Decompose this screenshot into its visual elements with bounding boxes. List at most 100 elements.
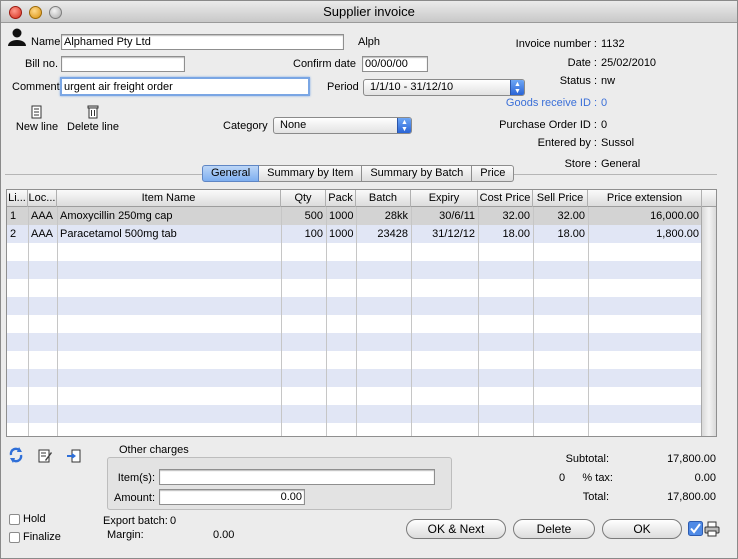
header-item-name[interactable]: Item Name	[57, 190, 281, 207]
goods-receive-link[interactable]: Goods receive ID :	[461, 97, 597, 109]
table-row[interactable]	[7, 351, 701, 369]
new-document-icon	[31, 105, 42, 119]
cell-line: 1	[10, 210, 17, 222]
entered-by-value: Sussol	[601, 137, 635, 149]
header-expiry[interactable]: Expiry	[411, 190, 478, 207]
export-batch-value: 0	[170, 515, 177, 527]
export-batch-label: Export batch:	[103, 515, 168, 527]
finalize-checkbox[interactable]	[9, 532, 20, 543]
purchase-order-value: 0	[601, 119, 608, 131]
table-row[interactable]	[7, 423, 701, 436]
name-label: Name	[31, 36, 61, 48]
header-line[interactable]: Li...	[7, 190, 28, 207]
invoice-number-label: Invoice number :	[515, 38, 597, 50]
header-location[interactable]: Loc...	[28, 190, 57, 207]
purchase-order-label: Purchase Order ID :	[499, 119, 597, 131]
header-sell-price[interactable]: Sell Price	[533, 190, 588, 207]
ok-button[interactable]: OK	[602, 519, 682, 539]
cell-cost-price: 32.00	[502, 210, 530, 222]
status-value: nw	[601, 75, 616, 87]
table-row[interactable]	[7, 261, 701, 279]
column-divider	[588, 207, 589, 436]
delete-button[interactable]: Delete	[513, 519, 595, 539]
cell-line: 2	[10, 228, 17, 240]
refresh-icon[interactable]	[7, 446, 25, 464]
window-title: Supplier invoice	[323, 4, 415, 19]
period-label: Period	[327, 81, 359, 93]
invoice-number-value: 1132	[601, 38, 625, 50]
trash-icon	[87, 105, 99, 119]
cell-location: AAA	[31, 228, 54, 240]
new-line-button[interactable]: New line	[15, 105, 59, 133]
tab-summary-by-batch[interactable]: Summary by Batch	[362, 165, 473, 182]
other-charges-title: Other charges	[119, 444, 189, 456]
cell-expiry: 31/12/12	[432, 228, 475, 240]
table-row[interactable]	[7, 405, 701, 423]
import-arrow-icon[interactable]	[66, 448, 82, 464]
close-window-button[interactable]	[9, 6, 22, 19]
comment-input[interactable]	[60, 77, 310, 96]
header-price-extension[interactable]: Price extension	[588, 190, 702, 207]
title-bar: Supplier invoice	[1, 1, 737, 23]
cell-cost-price: 18.00	[502, 228, 530, 240]
tab-general[interactable]: General	[202, 165, 260, 182]
column-divider	[533, 207, 534, 436]
delete-line-button[interactable]: Delete line	[67, 105, 119, 133]
cell-sell-price: 18.00	[557, 228, 585, 240]
tab-price[interactable]: Price	[472, 165, 515, 182]
cell-item-name: Paracetamol 500mg tab	[60, 228, 177, 240]
period-value: 1/1/10 - 31/12/10	[370, 81, 454, 93]
table-row[interactable]	[7, 333, 701, 351]
column-divider	[281, 207, 282, 436]
table-row[interactable]	[7, 297, 701, 315]
bill-no-label: Bill no.	[25, 58, 59, 70]
tab-summary-by-item[interactable]: Summary by Item	[259, 165, 363, 182]
table-row[interactable]: 2 AAA Paracetamol 500mg tab 100 1000 23428 31/…	[7, 225, 701, 243]
new-line-label: New line	[15, 121, 59, 133]
table-row[interactable]	[7, 279, 701, 297]
confirm-date-input[interactable]	[362, 56, 428, 72]
table-row[interactable]	[7, 243, 701, 261]
printer-icon[interactable]	[704, 521, 720, 537]
cell-pack: 1000	[329, 228, 354, 240]
edit-document-icon[interactable]	[37, 448, 53, 464]
column-divider	[411, 207, 412, 436]
invoice-lines-table: Li... Loc... Item Name Qty Pack Batch Ex…	[6, 189, 717, 437]
table-header: Li... Loc... Item Name Qty Pack Batch Ex…	[7, 190, 716, 207]
column-divider	[326, 207, 327, 436]
other-items-label: Item(s):	[117, 472, 155, 484]
column-divider	[478, 207, 479, 436]
vertical-scrollbar[interactable]	[701, 207, 716, 436]
ok-and-next-button[interactable]: OK & Next	[406, 519, 506, 539]
subtotal-label: Subtotal:	[565, 453, 609, 465]
comment-label: Comment	[12, 81, 60, 93]
minimize-window-button[interactable]	[29, 6, 42, 19]
name-input[interactable]	[61, 34, 344, 50]
confirm-date-label: Confirm date	[293, 58, 356, 70]
cell-qty: 100	[304, 228, 323, 240]
finalize-label: Finalize	[23, 531, 61, 543]
supplier-invoice-window: Supplier invoice Name Alph Bill no. Conf…	[0, 0, 738, 559]
checkbox-checked-icon[interactable]	[688, 521, 703, 536]
popup-arrows-icon: ▲ ▼	[397, 118, 411, 133]
tax-label: % tax:	[582, 472, 613, 484]
table-row[interactable]	[7, 315, 701, 333]
header-cost-price[interactable]: Cost Price	[478, 190, 533, 207]
margin-label: Margin:	[107, 529, 144, 541]
person-icon	[8, 28, 26, 46]
zoom-window-button[interactable]	[49, 6, 62, 19]
header-pack[interactable]: Pack	[326, 190, 356, 207]
table-row[interactable]: 1 AAA Amoxycillin 250mg cap 500 1000 28kk 30/6…	[7, 207, 701, 225]
header-qty[interactable]: Qty	[281, 190, 326, 207]
delete-line-label: Delete line	[67, 121, 119, 133]
category-select[interactable]: None ▲ ▼	[273, 117, 412, 134]
column-divider	[356, 207, 357, 436]
table-row[interactable]	[7, 369, 701, 387]
hold-checkbox[interactable]	[9, 514, 20, 525]
other-items-input[interactable]	[159, 469, 435, 485]
header-batch[interactable]: Batch	[356, 190, 411, 207]
cell-pack: 1000	[329, 210, 354, 222]
bill-no-input[interactable]	[61, 56, 185, 72]
table-row[interactable]	[7, 387, 701, 405]
other-amount-input[interactable]	[159, 489, 305, 505]
